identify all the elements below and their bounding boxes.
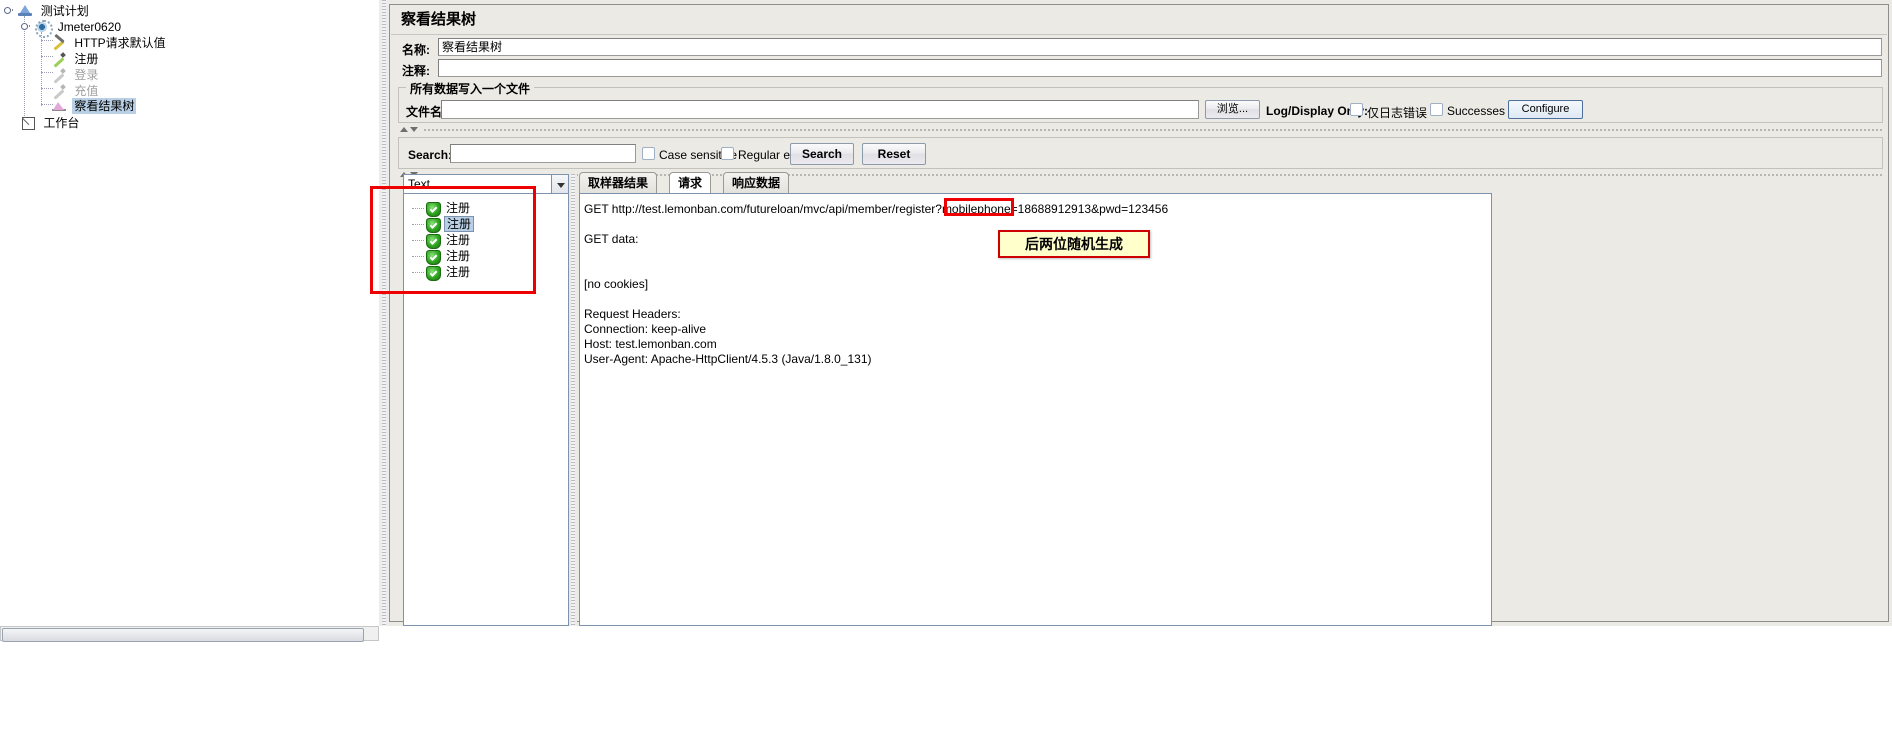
tree-connector	[412, 240, 424, 241]
comment-label: 注释:	[402, 64, 430, 78]
request-line: GET http://test.lemonban.com/futureloan/…	[584, 202, 1169, 216]
tree-item-label: 工作台	[43, 115, 80, 130]
arrow-down-icon[interactable]	[410, 127, 418, 132]
render-type-select[interactable]: Text	[403, 174, 569, 194]
search-label: Search:	[408, 148, 453, 162]
tree-item-test-plan[interactable]: 测试计划	[4, 2, 91, 18]
arrow-up-icon[interactable]	[400, 127, 408, 132]
collapse-arrows-icon[interactable]	[400, 126, 424, 134]
list-item[interactable]: 注册	[404, 248, 568, 265]
request-line: Request Headers:	[584, 307, 681, 321]
tree-item-label: 登录	[74, 67, 99, 82]
file-output-group-title: 所有数据写入一个文件	[406, 80, 535, 97]
test-plan-icon	[17, 3, 33, 19]
reset-button[interactable]: Reset	[862, 143, 926, 165]
request-line: User-Agent: Apache-HttpClient/4.5.3 (Jav…	[584, 352, 872, 366]
test-plan-tree[interactable]: 测试计划 Jmeter0620 HTTP请求默认值 注册 登录 充值 察看结果树…	[0, 0, 379, 626]
tree-item-label: 注册	[74, 51, 99, 66]
tree-item-login[interactable]: 登录	[51, 66, 100, 82]
errors-only-label: 仅日志错误	[1367, 106, 1428, 120]
expand-handle-icon[interactable]	[21, 22, 31, 32]
list-item[interactable]: 注册	[404, 200, 568, 217]
case-sensitive-checkbox[interactable]	[642, 147, 655, 160]
tree-connector	[412, 272, 424, 273]
list-item[interactable]: 注册	[404, 264, 568, 281]
tree-item-http-defaults[interactable]: HTTP请求默认值	[51, 34, 168, 50]
scrollbar-thumb[interactable]	[2, 628, 364, 642]
workbench-icon	[20, 115, 36, 131]
success-icon	[426, 234, 441, 249]
splitter-grip[interactable]	[571, 174, 575, 626]
expand-handle-icon[interactable]	[4, 6, 14, 16]
name-label: 名称:	[402, 43, 430, 57]
search-input[interactable]	[450, 144, 636, 163]
list-item-label: 注册	[446, 233, 471, 247]
http-sampler-disabled-icon	[51, 67, 67, 83]
tree-item-register[interactable]: 注册	[51, 50, 100, 66]
request-line	[580, 262, 1491, 277]
tree-item-workbench[interactable]: 工作台	[20, 114, 81, 130]
regular-exp-checkbox[interactable]	[721, 147, 734, 160]
success-icon	[426, 266, 441, 281]
results-list[interactable]: 注册 注册 注册 注册 注册	[403, 194, 569, 626]
result-tabs[interactable]: 取样器结果 请求 响应数据	[579, 172, 1492, 194]
list-item-label: 注册	[446, 249, 471, 263]
list-item-label: 注册	[446, 265, 471, 279]
name-input[interactable]: 察看结果树	[438, 38, 1882, 56]
tab-request[interactable]: 请求	[669, 172, 712, 194]
configure-button[interactable]: Configure	[1508, 100, 1583, 119]
tree-item-recharge[interactable]: 充值	[51, 82, 100, 98]
list-item-label: 注册	[444, 216, 475, 232]
tree-horizontal-scrollbar[interactable]	[0, 626, 379, 642]
successes-label: Successes	[1447, 104, 1506, 118]
splitter-grip[interactable]	[382, 0, 386, 626]
request-line: Connection: keep-alive	[584, 322, 707, 336]
success-icon	[426, 250, 441, 265]
thread-group-icon	[34, 18, 54, 38]
list-item-label: 注册	[446, 201, 471, 215]
tree-connector	[412, 224, 424, 225]
tree-item-view-results-tree[interactable]: 察看结果树	[51, 97, 137, 114]
successes-checkbox[interactable]	[1430, 103, 1443, 116]
list-item[interactable]: 注册	[404, 216, 568, 233]
search-button[interactable]: Search	[790, 143, 854, 165]
annotation-note: 后两位随机生成	[998, 230, 1150, 258]
filename-input[interactable]	[441, 100, 1199, 119]
http-defaults-icon	[51, 35, 67, 51]
tree-item-thread-group[interactable]: Jmeter0620	[21, 18, 123, 38]
tab-response-data[interactable]: 响应数据	[723, 172, 790, 194]
http-sampler-icon	[51, 51, 67, 67]
request-line: [no cookies]	[584, 277, 649, 291]
success-icon	[426, 202, 441, 217]
tree-item-label: 测试计划	[40, 3, 89, 18]
tree-connector	[412, 256, 424, 257]
main-vertical-splitter[interactable]	[379, 0, 389, 626]
tree-item-label: HTTP请求默认值	[74, 35, 166, 50]
section-divider	[424, 129, 1882, 131]
errors-only-checkbox[interactable]	[1350, 103, 1363, 116]
tab-sampler-result[interactable]: 取样器结果	[579, 172, 658, 194]
tree-item-label: Jmeter0620	[57, 19, 122, 34]
request-line	[580, 292, 1491, 307]
view-results-tree-icon	[51, 98, 67, 114]
tree-connector	[41, 32, 42, 106]
success-icon	[426, 218, 441, 233]
chevron-down-icon[interactable]	[551, 174, 569, 194]
view-results-tree-panel: 察看结果树 名称: 察看结果树 注释: 所有数据写入一个文件 文件名 浏览...…	[389, 0, 1892, 626]
list-item[interactable]: 注册	[404, 232, 568, 249]
bottom-area	[0, 626, 1892, 752]
results-splitter[interactable]	[569, 174, 577, 626]
browse-button[interactable]: 浏览...	[1205, 100, 1260, 119]
tree-connector	[412, 208, 424, 209]
comment-input[interactable]	[438, 59, 1882, 77]
filename-label: 文件名	[406, 105, 443, 119]
tree-item-label: 察看结果树	[72, 97, 137, 114]
render-type-value: Text	[408, 177, 431, 191]
page-title: 察看结果树	[391, 6, 1887, 35]
request-line: Host: test.lemonban.com	[584, 337, 717, 351]
